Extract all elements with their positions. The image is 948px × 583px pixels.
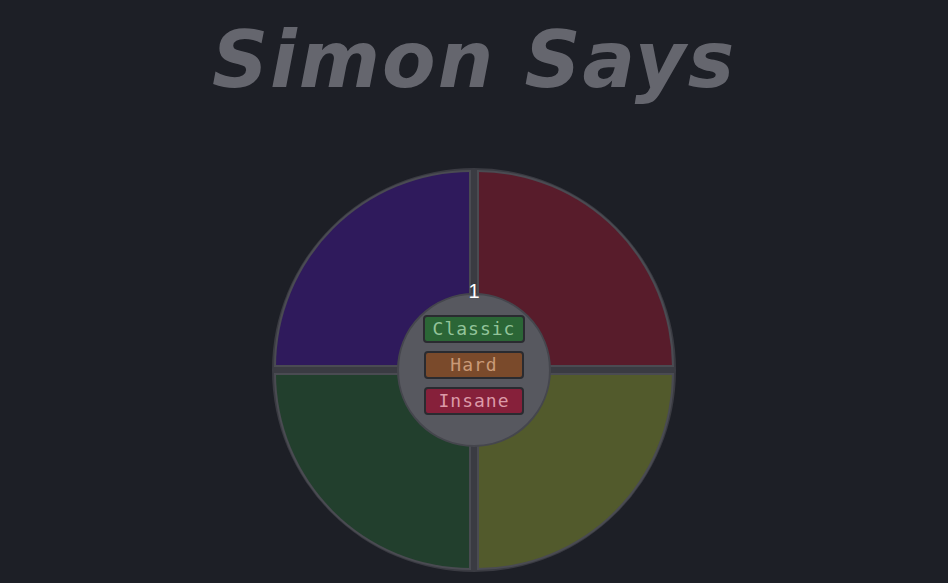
- mode-button[interactable]: Insane: [424, 387, 524, 415]
- control-panel: 1 ClassicHardInsane: [397, 293, 551, 447]
- mode-button[interactable]: Hard: [424, 351, 524, 379]
- game-title: Simon Says: [212, 21, 736, 99]
- mode-button[interactable]: Classic: [423, 315, 526, 343]
- title-bar: Simon Says: [212, 0, 736, 120]
- round-counter: 1: [468, 281, 479, 301]
- simon-board: 1 Classic Hard Insane: [272, 168, 676, 572]
